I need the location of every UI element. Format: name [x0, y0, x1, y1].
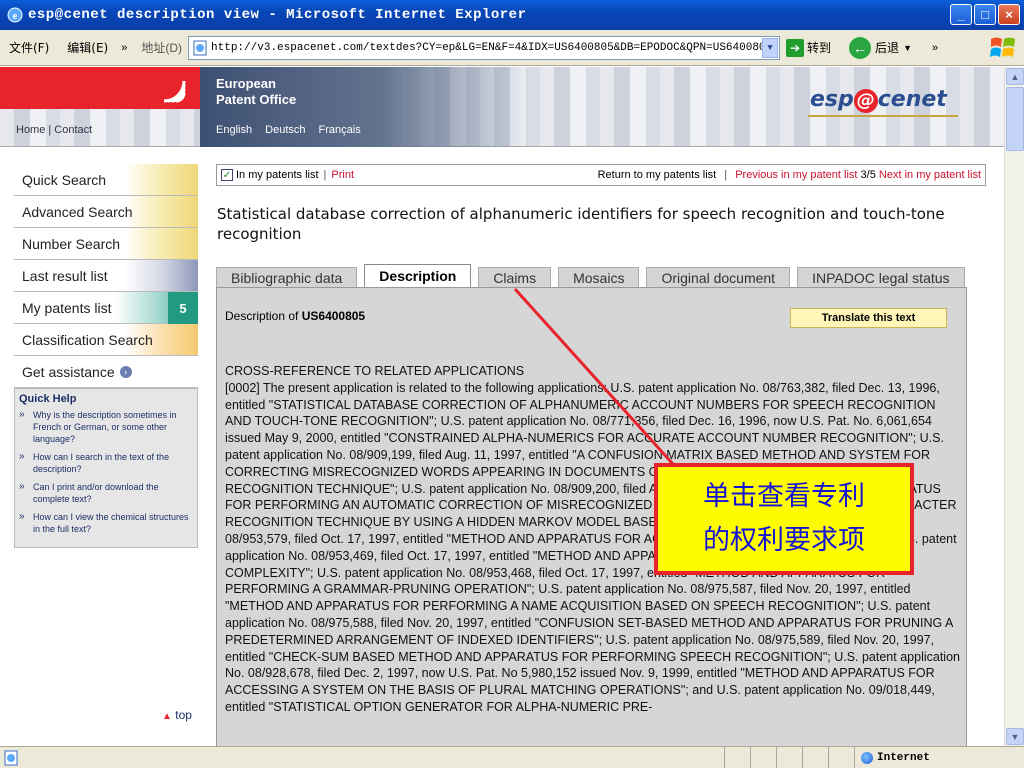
go-arrow-icon: ➔ — [786, 38, 805, 57]
go-button[interactable]: ➔ 转到 — [786, 38, 832, 57]
back-button[interactable]: ← 后退 ▼ — [849, 36, 912, 59]
patent-title: Statistical database correction of alpha… — [217, 205, 945, 243]
my-patents-count-badge: 5 — [168, 292, 198, 324]
nav-last-result-list[interactable]: Last result list — [14, 260, 198, 292]
page-icon — [193, 40, 207, 55]
nav-get-assistance[interactable]: Get assistance › — [14, 356, 198, 388]
go-label: 转到 — [807, 41, 832, 55]
previous-in-list-link[interactable]: Previous in my patent list — [735, 169, 857, 181]
page-viewport: Home | Contact European Patent Office En… — [0, 67, 1004, 746]
next-in-list-link[interactable]: Next in my patent list — [879, 169, 981, 181]
nav-number-search[interactable]: Number Search — [14, 228, 198, 260]
patent-number: US6400805 — [301, 309, 366, 323]
back-dropdown-chevron-down-icon[interactable]: ▼ — [903, 43, 912, 53]
site-header: Home | Contact European Patent Office En… — [0, 67, 1004, 147]
return-to-list-link[interactable]: Return to my patents list — [598, 169, 717, 181]
nav-my-patents-list[interactable]: My patents list 5 — [14, 292, 198, 324]
menu-overflow-chevron-icon[interactable]: » — [121, 42, 127, 54]
patent-list-actionbar: ✓ In my patents list | Print Return to m… — [216, 164, 986, 186]
in-my-list-label[interactable]: In my patents list — [236, 169, 319, 181]
office-name: European Patent Office — [216, 76, 297, 107]
quick-help-item[interactable]: » How can I search in the text of the des… — [19, 451, 193, 475]
tab-original-document[interactable]: Original document — [646, 267, 791, 287]
in-my-list-checkbox[interactable]: ✓ — [221, 169, 233, 181]
window-title: esp@cenet description view - Microsoft I… — [28, 7, 527, 23]
epo-logo-icon — [163, 80, 186, 103]
browser-toolbar: 文件(F) 编辑(E) » 地址(D) http://v3.espacenet.… — [0, 30, 1024, 66]
tab-claims[interactable]: Claims — [478, 267, 552, 287]
windows-logo-icon — [990, 37, 1015, 57]
list-position: 3/5 — [860, 169, 876, 181]
scroll-thumb[interactable] — [1006, 87, 1024, 151]
quick-help-item[interactable]: » Why is the description sometimes in Fre… — [19, 409, 193, 445]
globe-icon — [861, 751, 873, 764]
language-links[interactable]: English Deutsch Français — [216, 124, 361, 136]
home-contact-links[interactable]: Home | Contact — [16, 124, 92, 136]
quick-help-item[interactable]: » How can I view the chemical structures … — [19, 511, 193, 535]
scroll-down-icon[interactable]: ▼ — [1006, 728, 1024, 745]
tab-mosaics[interactable]: Mosaics — [558, 267, 640, 287]
close-button[interactable]: × — [998, 4, 1020, 25]
security-zone: Internet — [854, 747, 1024, 768]
translate-button[interactable]: Translate this text — [790, 308, 947, 328]
nav-advanced-search[interactable]: Advanced Search — [14, 196, 198, 228]
back-to-top-link[interactable]: ▲ top — [162, 708, 192, 722]
address-bar[interactable]: http://v3.espacenet.com/textdes?CY=ep&LG… — [188, 35, 781, 60]
address-label: 地址(D) — [141, 41, 183, 55]
tab-inpadoc-legal-status[interactable]: INPADOC legal status — [797, 267, 965, 287]
quick-help-box: Quick Help » Why is the description somet… — [14, 388, 198, 548]
svg-text:e: e — [13, 10, 18, 22]
minimize-button[interactable]: _ — [950, 4, 972, 25]
tab-description[interactable]: Description — [364, 264, 472, 287]
address-url[interactable]: http://v3.espacenet.com/textdes?CY=ep&LG… — [211, 42, 762, 54]
address-dropdown-chevron-down-icon[interactable]: ▼ — [762, 37, 779, 58]
quick-help-title: Quick Help — [19, 393, 77, 405]
annotation-callout: 单击查看专利 的权利要求项 — [654, 463, 914, 575]
quick-help-item[interactable]: » Can I print and/or download the complet… — [19, 481, 193, 505]
document-tabs: Bibliographic data Description Claims Mo… — [216, 264, 972, 287]
back-label: 后退 — [875, 41, 900, 55]
print-link[interactable]: Print — [331, 169, 354, 181]
left-navigation: Quick Search Advanced Search Number Sear… — [14, 164, 198, 548]
nav-quick-search[interactable]: Quick Search — [14, 164, 198, 196]
status-bar: Internet — [0, 746, 1024, 768]
arrow-right-circle-icon: › — [119, 365, 132, 378]
triangle-up-icon: ▲ — [162, 711, 172, 722]
espacenet-logo: esp @ cenet — [810, 87, 947, 113]
tab-bibliographic-data[interactable]: Bibliographic data — [216, 267, 358, 287]
menu-file[interactable]: 文件(F) — [0, 39, 58, 56]
scroll-up-icon[interactable]: ▲ — [1006, 68, 1024, 85]
vertical-scrollbar[interactable]: ▲ ▼ — [1004, 67, 1024, 746]
nav-classification-search[interactable]: Classification Search — [14, 324, 198, 356]
back-arrow-icon: ← — [849, 36, 872, 59]
description-of: Description of US6400805 — [225, 309, 366, 323]
page-done-icon — [4, 750, 18, 765]
internet-explorer-icon: e — [7, 7, 23, 23]
menu-edit[interactable]: 编辑(E) — [58, 39, 117, 56]
maximize-button[interactable]: □ — [974, 4, 996, 25]
toolbar-overflow-chevron-icon[interactable]: » — [932, 42, 938, 54]
window-title-bar: e esp@cenet description view - Microsoft… — [0, 0, 1024, 30]
section-heading: CROSS-REFERENCE TO RELATED APPLICATIONS — [225, 364, 525, 378]
